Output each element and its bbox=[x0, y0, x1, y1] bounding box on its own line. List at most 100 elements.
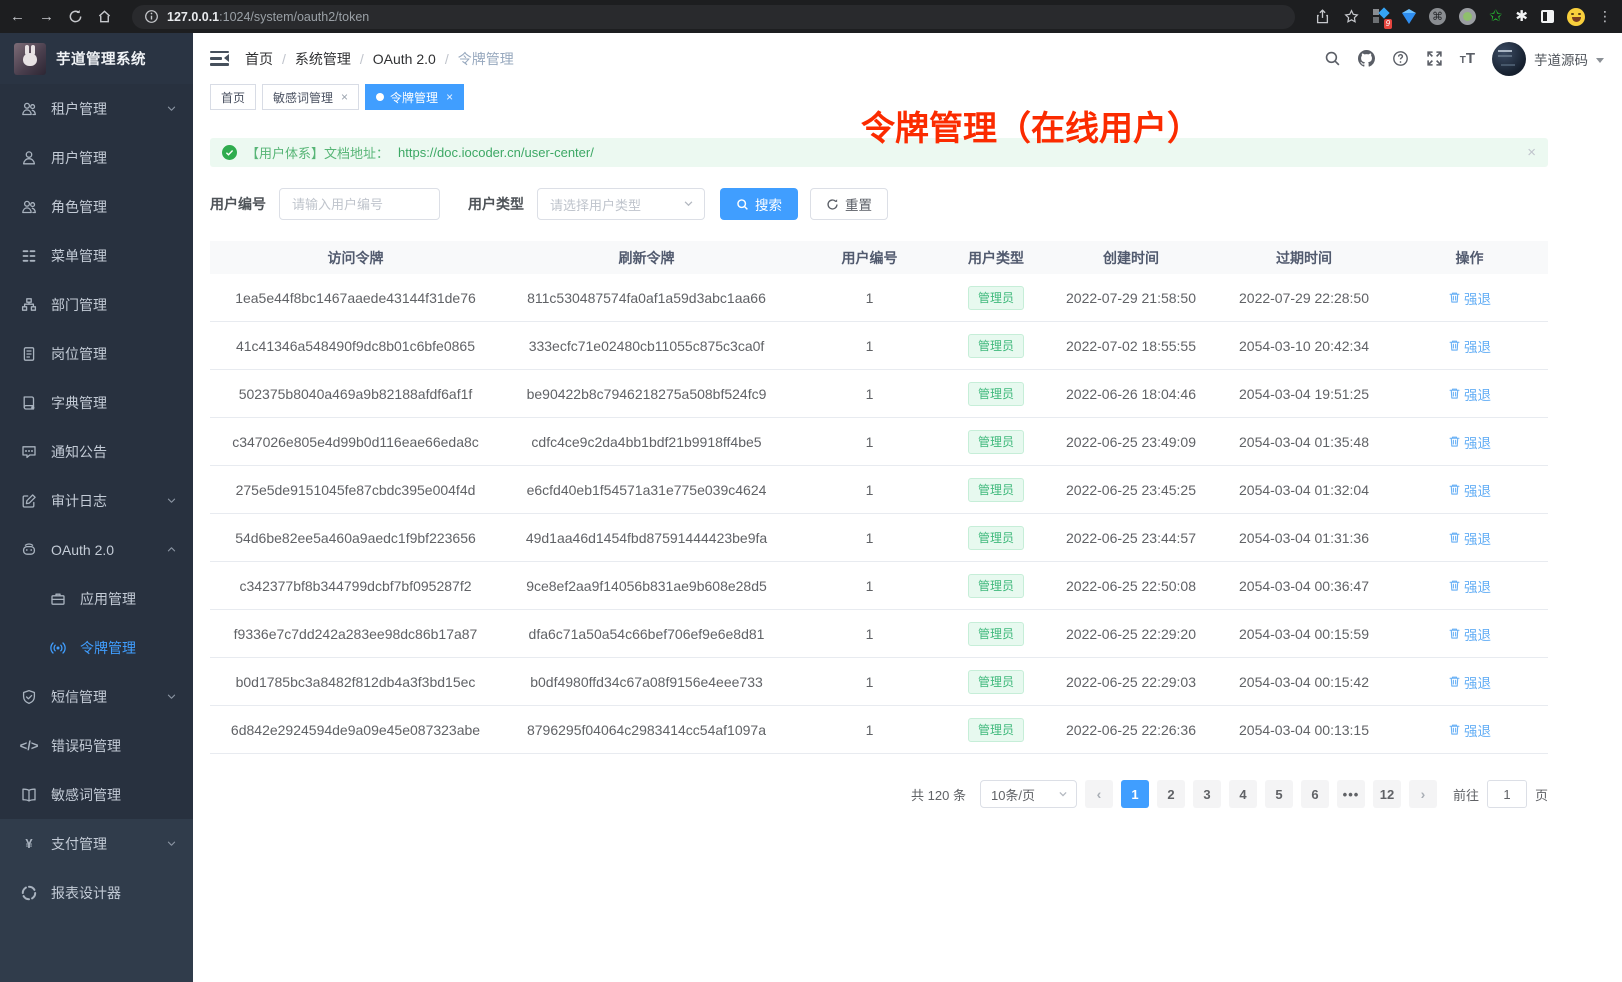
breadcrumb-item[interactable]: OAuth 2.0 bbox=[373, 51, 436, 67]
alert-text: 【用户体系】文档地址： bbox=[246, 143, 389, 162]
sidebar-item-3[interactable]: 菜单管理 bbox=[0, 231, 193, 280]
search-button[interactable]: 搜索 bbox=[720, 188, 798, 220]
sidebar-item-7[interactable]: 通知公告 bbox=[0, 427, 193, 476]
user-menu[interactable]: 芋道源码 bbox=[1492, 42, 1604, 76]
sidebar-item-12[interactable]: 短信管理 bbox=[0, 672, 193, 721]
sidebar-item-label: 租户管理 bbox=[51, 99, 166, 119]
alert-close-icon[interactable]: × bbox=[1527, 144, 1536, 161]
force-logout-button[interactable]: 强退 bbox=[1448, 480, 1491, 500]
extension-grid-icon[interactable]: 9 bbox=[1373, 9, 1389, 25]
user-type-select[interactable]: 请选择用户类型 bbox=[537, 188, 705, 220]
github-icon[interactable] bbox=[1358, 50, 1375, 67]
table-row-0: 1ea5e44f8bc1467aaede43144f31de76811c5304… bbox=[210, 274, 1548, 322]
breadcrumb-separator: / bbox=[282, 51, 286, 67]
sidebar-item-4[interactable]: 部门管理 bbox=[0, 280, 193, 329]
browser-menu-icon[interactable]: ⋮ bbox=[1598, 8, 1612, 25]
sidebar-item-16[interactable]: 报表设计器 bbox=[0, 868, 193, 917]
reset-button[interactable]: 重置 bbox=[810, 188, 888, 220]
tab-2[interactable]: 令牌管理× bbox=[365, 84, 464, 110]
font-size-icon[interactable]: TT bbox=[1460, 50, 1475, 67]
user-id-input[interactable] bbox=[279, 188, 440, 220]
force-logout-button[interactable]: 强退 bbox=[1448, 432, 1491, 452]
tab-close-icon[interactable]: × bbox=[446, 90, 453, 104]
breadcrumb-item[interactable]: 系统管理 bbox=[295, 49, 351, 69]
fullscreen-icon[interactable] bbox=[1426, 50, 1443, 67]
sidebar-item-2[interactable]: 角色管理 bbox=[0, 182, 193, 231]
search-icon[interactable] bbox=[1324, 50, 1341, 67]
user-type-badge: 管理员 bbox=[968, 622, 1024, 646]
page-ellipsis-button[interactable]: ••• bbox=[1337, 780, 1365, 808]
sidebar-item-label: 岗位管理 bbox=[51, 344, 177, 364]
sidebar-item-5[interactable]: 岗位管理 bbox=[0, 329, 193, 378]
page-button-5[interactable]: 5 bbox=[1265, 780, 1293, 808]
help-icon[interactable] bbox=[1392, 50, 1409, 67]
action-cell: 强退 bbox=[1391, 672, 1548, 692]
sidebar-item-0[interactable]: 租户管理 bbox=[0, 84, 193, 133]
sidebar-item-11[interactable]: 令牌管理 bbox=[0, 623, 193, 672]
access-token-cell: 6d842e2924594de9a09e45e087323abe bbox=[210, 722, 501, 738]
created-time-cell: 2022-06-25 22:50:08 bbox=[1045, 578, 1217, 594]
force-logout-button[interactable]: 强退 bbox=[1448, 672, 1491, 692]
force-logout-button[interactable]: 强退 bbox=[1448, 384, 1491, 404]
sidebar-item-1[interactable]: 用户管理 bbox=[0, 133, 193, 182]
page-button-1[interactable]: 1 bbox=[1121, 780, 1149, 808]
breadcrumb-item[interactable]: 首页 bbox=[245, 49, 273, 69]
goto-page-input[interactable] bbox=[1487, 780, 1527, 808]
created-time-cell: 2022-06-25 22:26:36 bbox=[1045, 722, 1217, 738]
bookmark-star-icon[interactable] bbox=[1344, 9, 1359, 24]
address-bar[interactable]: 127.0.0.1:1024/system/oauth2/token bbox=[132, 5, 1295, 29]
tab-1[interactable]: 敏感词管理× bbox=[262, 84, 359, 110]
force-logout-button[interactable]: 强退 bbox=[1448, 528, 1491, 548]
briefcase-icon bbox=[50, 591, 66, 607]
column-header: 操作 bbox=[1391, 248, 1548, 268]
recorder-extension-icon[interactable] bbox=[1459, 8, 1476, 25]
page-size-select[interactable]: 10条/页 bbox=[980, 780, 1077, 808]
refresh-token-cell: 9ce8ef2aa9f14056b831ae9b608e28d5 bbox=[501, 578, 792, 594]
puzzle-extension-icon[interactable]: ✱ bbox=[1515, 9, 1528, 24]
browser-forward-icon[interactable]: → bbox=[39, 9, 54, 24]
browser-reload-icon[interactable] bbox=[68, 9, 83, 24]
collapse-sidebar-icon[interactable] bbox=[210, 51, 229, 66]
page-button-6[interactable]: 6 bbox=[1301, 780, 1329, 808]
tab-close-icon[interactable]: × bbox=[341, 90, 348, 104]
force-logout-button[interactable]: 强退 bbox=[1448, 288, 1491, 308]
star-extension-icon[interactable]: ✩ bbox=[1489, 9, 1502, 25]
action-cell: 强退 bbox=[1391, 432, 1548, 452]
force-logout-button[interactable]: 强退 bbox=[1448, 576, 1491, 596]
force-logout-button[interactable]: 强退 bbox=[1448, 720, 1491, 740]
app-logo[interactable]: 芋道管理系统 bbox=[0, 33, 193, 84]
alert-doc-link[interactable]: https://doc.iocoder.cn/user-center/ bbox=[398, 145, 594, 160]
page-button-2[interactable]: 2 bbox=[1157, 780, 1185, 808]
sidebar-item-10[interactable]: 应用管理 bbox=[0, 574, 193, 623]
force-logout-button[interactable]: 强退 bbox=[1448, 624, 1491, 644]
sidebar-item-9[interactable]: OAuth 2.0 bbox=[0, 525, 193, 574]
tab-0[interactable]: 首页 bbox=[210, 84, 256, 110]
page-button-4[interactable]: 4 bbox=[1229, 780, 1257, 808]
browser-home-icon[interactable] bbox=[97, 9, 112, 24]
gem-extension-icon[interactable] bbox=[1402, 13, 1416, 24]
force-logout-button[interactable]: 强退 bbox=[1448, 336, 1491, 356]
table-row-1: 41c41346a548490f9dc8b01c6bfe0865333ecfc7… bbox=[210, 322, 1548, 370]
page-info-icon[interactable] bbox=[144, 9, 159, 24]
command-extension-icon[interactable]: ⌘ bbox=[1429, 8, 1446, 25]
report-icon bbox=[21, 885, 37, 901]
chevron-down-icon bbox=[166, 691, 177, 702]
browser-back-icon[interactable]: ← bbox=[10, 9, 25, 24]
sidebar-item-15[interactable]: ¥支付管理 bbox=[0, 819, 193, 868]
side-panel-icon[interactable] bbox=[1541, 10, 1554, 23]
sidebar-item-8[interactable]: 审计日志 bbox=[0, 476, 193, 525]
sidebar-item-label: 支付管理 bbox=[51, 834, 166, 854]
sidebar-item-13[interactable]: </>错误码管理 bbox=[0, 721, 193, 770]
sidebar: 芋道管理系统 租户管理用户管理角色管理菜单管理部门管理岗位管理字典管理通知公告审… bbox=[0, 33, 193, 982]
sidebar-item-6[interactable]: 字典管理 bbox=[0, 378, 193, 427]
expire-time-cell: 2054-03-04 00:15:42 bbox=[1217, 674, 1391, 690]
page-button-3[interactable]: 3 bbox=[1193, 780, 1221, 808]
share-icon[interactable] bbox=[1315, 9, 1330, 24]
profile-emoji-icon[interactable] bbox=[1567, 8, 1585, 26]
user-type-cell: 管理员 bbox=[947, 670, 1045, 694]
prev-page-button[interactable]: ‹ bbox=[1085, 780, 1113, 808]
sidebar-item-14[interactable]: 敏感词管理 bbox=[0, 770, 193, 819]
page-button-12[interactable]: 12 bbox=[1373, 780, 1401, 808]
column-header: 访问令牌 bbox=[210, 248, 501, 268]
next-page-button[interactable]: › bbox=[1409, 780, 1437, 808]
